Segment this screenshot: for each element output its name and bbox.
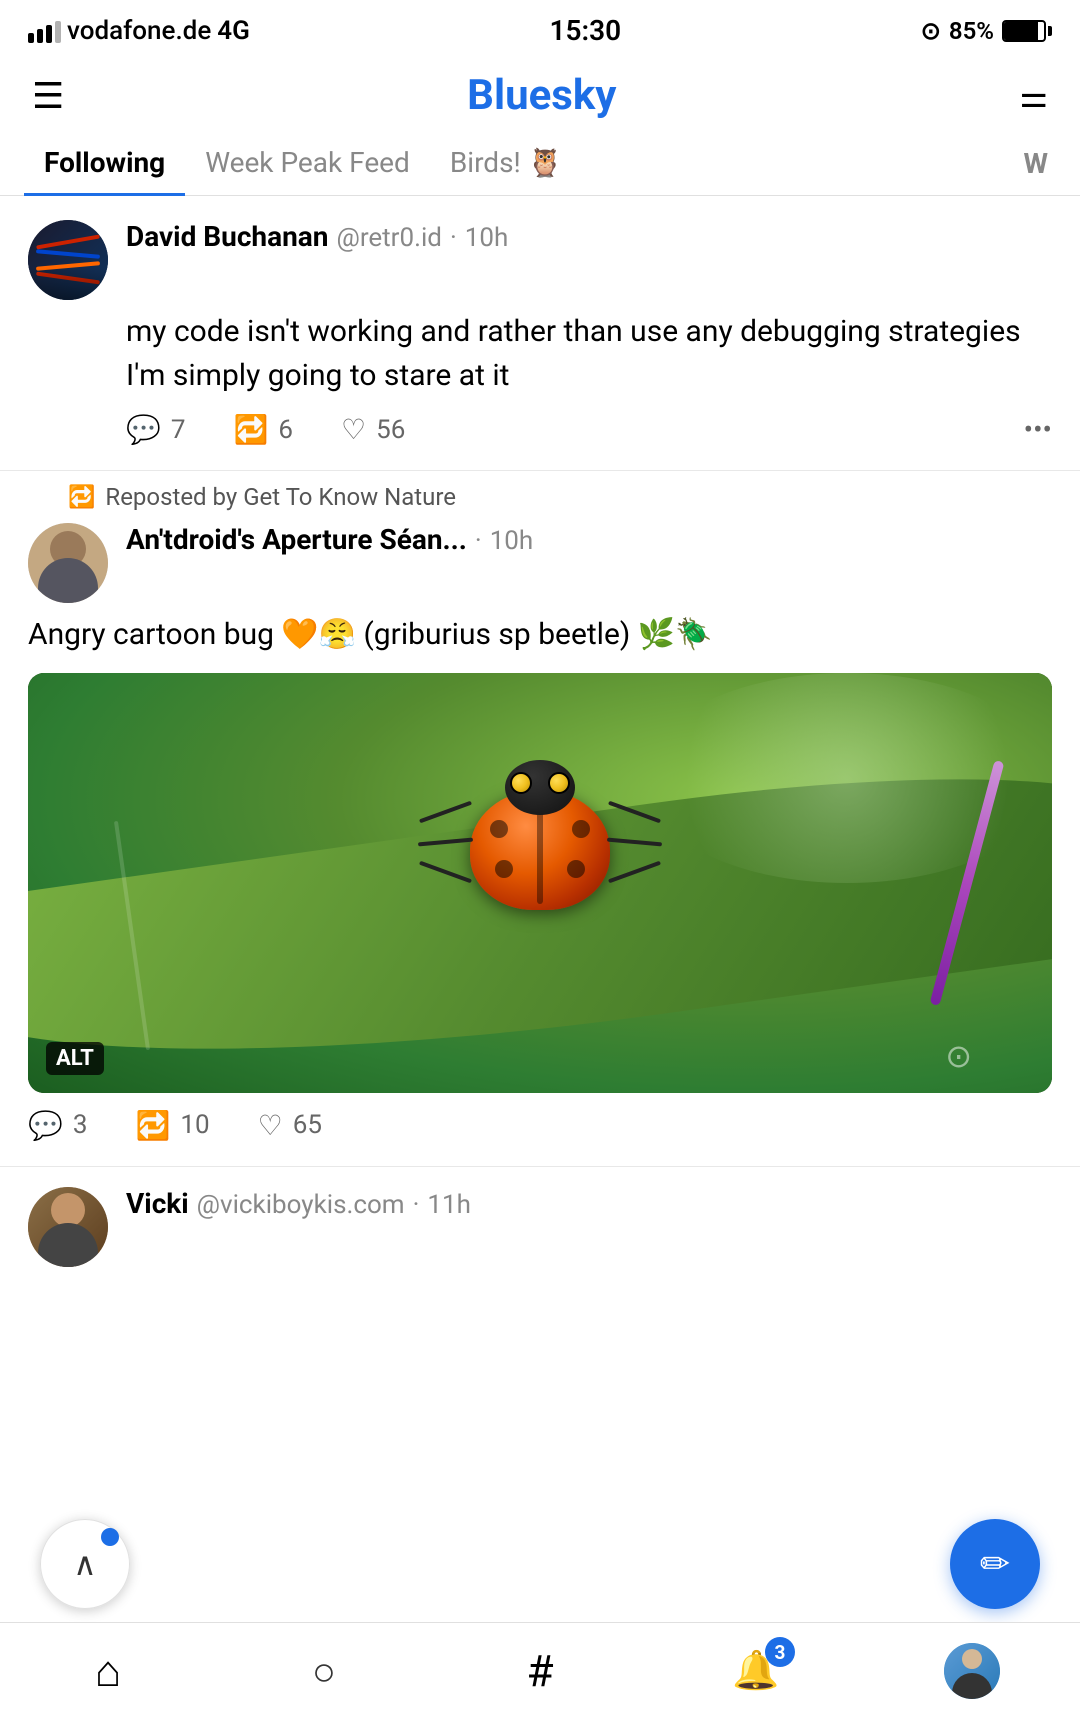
scroll-up-button[interactable]: ∧	[40, 1519, 130, 1609]
app-title: Bluesky	[467, 71, 616, 120]
post-1-content: my code isn't working and rather than us…	[126, 310, 1052, 397]
network-type: 4G	[217, 16, 250, 46]
post-1-like-count: 56	[376, 415, 405, 445]
search-icon: ○	[312, 1648, 336, 1695]
signal-bar-1	[28, 33, 34, 43]
post-2-content: Angry cartoon bug 🧡😤 (griburius sp beetl…	[28, 613, 1052, 657]
post-vicki-preview: Vicki @vickiboykis.com · 11h	[0, 1167, 1080, 1287]
hashtag-icon: #	[526, 1645, 553, 1697]
tab-more[interactable]: W	[1016, 133, 1057, 194]
repost-icon-2: 🔁	[136, 1109, 171, 1142]
tab-following[interactable]: Following	[24, 132, 185, 196]
nav-hashtag[interactable]: #	[505, 1641, 575, 1701]
reply-icon: 💬	[126, 413, 161, 446]
app-header: ☰ Bluesky ⚌	[0, 55, 1080, 132]
repost-indicator: 🔁 Reposted by Get To Know Nature	[68, 483, 1052, 523]
location-icon: ⊙	[921, 17, 941, 45]
post-2-reply-button[interactable]: 💬 3	[28, 1109, 88, 1142]
chevron-up-icon: ∧	[73, 1545, 96, 1583]
vicki-time: 11h	[427, 1190, 471, 1220]
status-bar: vodafone.de 4G 15:30 ⊙ 85%	[0, 0, 1080, 55]
avatar-vicki[interactable]	[28, 1187, 108, 1267]
feed: David Buchanan @retr0.id · 10h my code i…	[0, 196, 1080, 1287]
scroll-up-dot	[101, 1528, 119, 1546]
tabs-bar: Following Week Peak Feed Birds! 🦉 W	[0, 132, 1080, 196]
signal-bar-2	[37, 29, 43, 43]
post-1-author[interactable]: David Buchanan	[126, 220, 328, 253]
post-1-handle[interactable]: @retr0.id	[336, 223, 441, 253]
post-1-reply-count: 7	[171, 415, 186, 445]
compose-button[interactable]: ✏	[950, 1519, 1040, 1609]
compose-icon: ✏	[980, 1543, 1010, 1585]
repost-indicator-text: Reposted by Get To Know Nature	[105, 483, 456, 511]
camera-watermark: ⊙	[945, 1037, 972, 1075]
post-2: 🔁 Reposted by Get To Know Nature An'tdro…	[0, 471, 1080, 1167]
heart-icon-2: ♡	[258, 1109, 283, 1142]
notification-badge: 3	[765, 1637, 795, 1667]
post-2-repost-button[interactable]: 🔁 10	[136, 1109, 210, 1142]
battery-percent: 85%	[949, 17, 994, 45]
home-icon: ⌂	[95, 1645, 122, 1697]
post-1-like-button[interactable]: ♡ 56	[341, 413, 405, 446]
post-1-time: ·	[450, 223, 457, 253]
post-1-timestamp: 10h	[465, 223, 509, 253]
post-2-reply-count: 3	[73, 1110, 88, 1140]
post-1: David Buchanan @retr0.id · 10h my code i…	[0, 196, 1080, 471]
status-time: 15:30	[549, 14, 621, 47]
avatar-david[interactable]	[28, 220, 108, 300]
post-2-like-count: 65	[293, 1110, 322, 1140]
nav-notifications[interactable]: 🔔 3	[721, 1641, 791, 1701]
post-2-actions: 💬 3 🔁 10 ♡ 65	[28, 1109, 1052, 1142]
post-1-actions: 💬 7 🔁 6 ♡ 56 •••	[126, 413, 1052, 446]
status-right: ⊙ 85%	[921, 17, 1052, 45]
post-2-like-button[interactable]: ♡ 65	[258, 1109, 322, 1142]
bug-image-scene: ALT ⊙	[28, 673, 1052, 1093]
vicki-meta: Vicki @vickiboykis.com · 11h	[126, 1187, 471, 1220]
post-2-image[interactable]: ALT ⊙	[28, 673, 1052, 1093]
post-1-reply-button[interactable]: 💬 7	[126, 413, 186, 446]
battery-icon	[1002, 20, 1052, 42]
vicki-author[interactable]: Vicki	[126, 1187, 189, 1220]
menu-button[interactable]: ☰	[32, 75, 64, 117]
vicki-handle[interactable]: @vickiboykis.com	[197, 1190, 405, 1220]
status-left: vodafone.de 4G	[28, 16, 250, 46]
post-1-meta: David Buchanan @retr0.id · 10h	[126, 220, 1052, 253]
post-1-more-button[interactable]: •••	[1024, 413, 1052, 446]
profile-avatar	[944, 1643, 1000, 1699]
beetle	[470, 790, 610, 910]
post-1-repost-count: 6	[278, 415, 293, 445]
signal-bar-4	[55, 21, 61, 43]
post-1-header: David Buchanan @retr0.id · 10h	[28, 220, 1052, 300]
post-2-header: An'tdroid's Aperture Séan... · 10h	[28, 523, 1052, 603]
avatar-sean[interactable]	[28, 523, 108, 603]
post-2-author[interactable]: An'tdroid's Aperture Séan...	[126, 523, 467, 556]
tab-birds[interactable]: Birds! 🦉	[430, 132, 583, 196]
bottom-nav: ⌂ ○ # 🔔 3	[0, 1622, 1080, 1729]
signal-bars	[28, 19, 61, 43]
signal-bar-3	[46, 25, 52, 43]
nav-search[interactable]: ○	[289, 1641, 359, 1701]
vicki-sep: ·	[413, 1190, 420, 1220]
post-2-sep: ·	[475, 526, 482, 556]
carrier-text: vodafone.de	[67, 16, 211, 46]
alt-badge[interactable]: ALT	[46, 1042, 104, 1075]
repost-icon: 🔁	[234, 413, 269, 446]
nav-home[interactable]: ⌂	[73, 1641, 143, 1701]
post-2-meta: An'tdroid's Aperture Séan... · 10h	[126, 523, 1052, 556]
tab-week-peak-feed[interactable]: Week Peak Feed	[185, 132, 430, 196]
post-1-repost-button[interactable]: 🔁 6	[234, 413, 294, 446]
post-2-timestamp: 10h	[490, 526, 534, 556]
nav-profile[interactable]	[937, 1641, 1007, 1701]
repost-indicator-icon: 🔁	[68, 485, 95, 510]
filter-button[interactable]: ⚌	[1019, 77, 1048, 115]
reply-icon-2: 💬	[28, 1109, 63, 1142]
heart-icon: ♡	[341, 413, 366, 446]
post-2-repost-count: 10	[180, 1110, 209, 1140]
